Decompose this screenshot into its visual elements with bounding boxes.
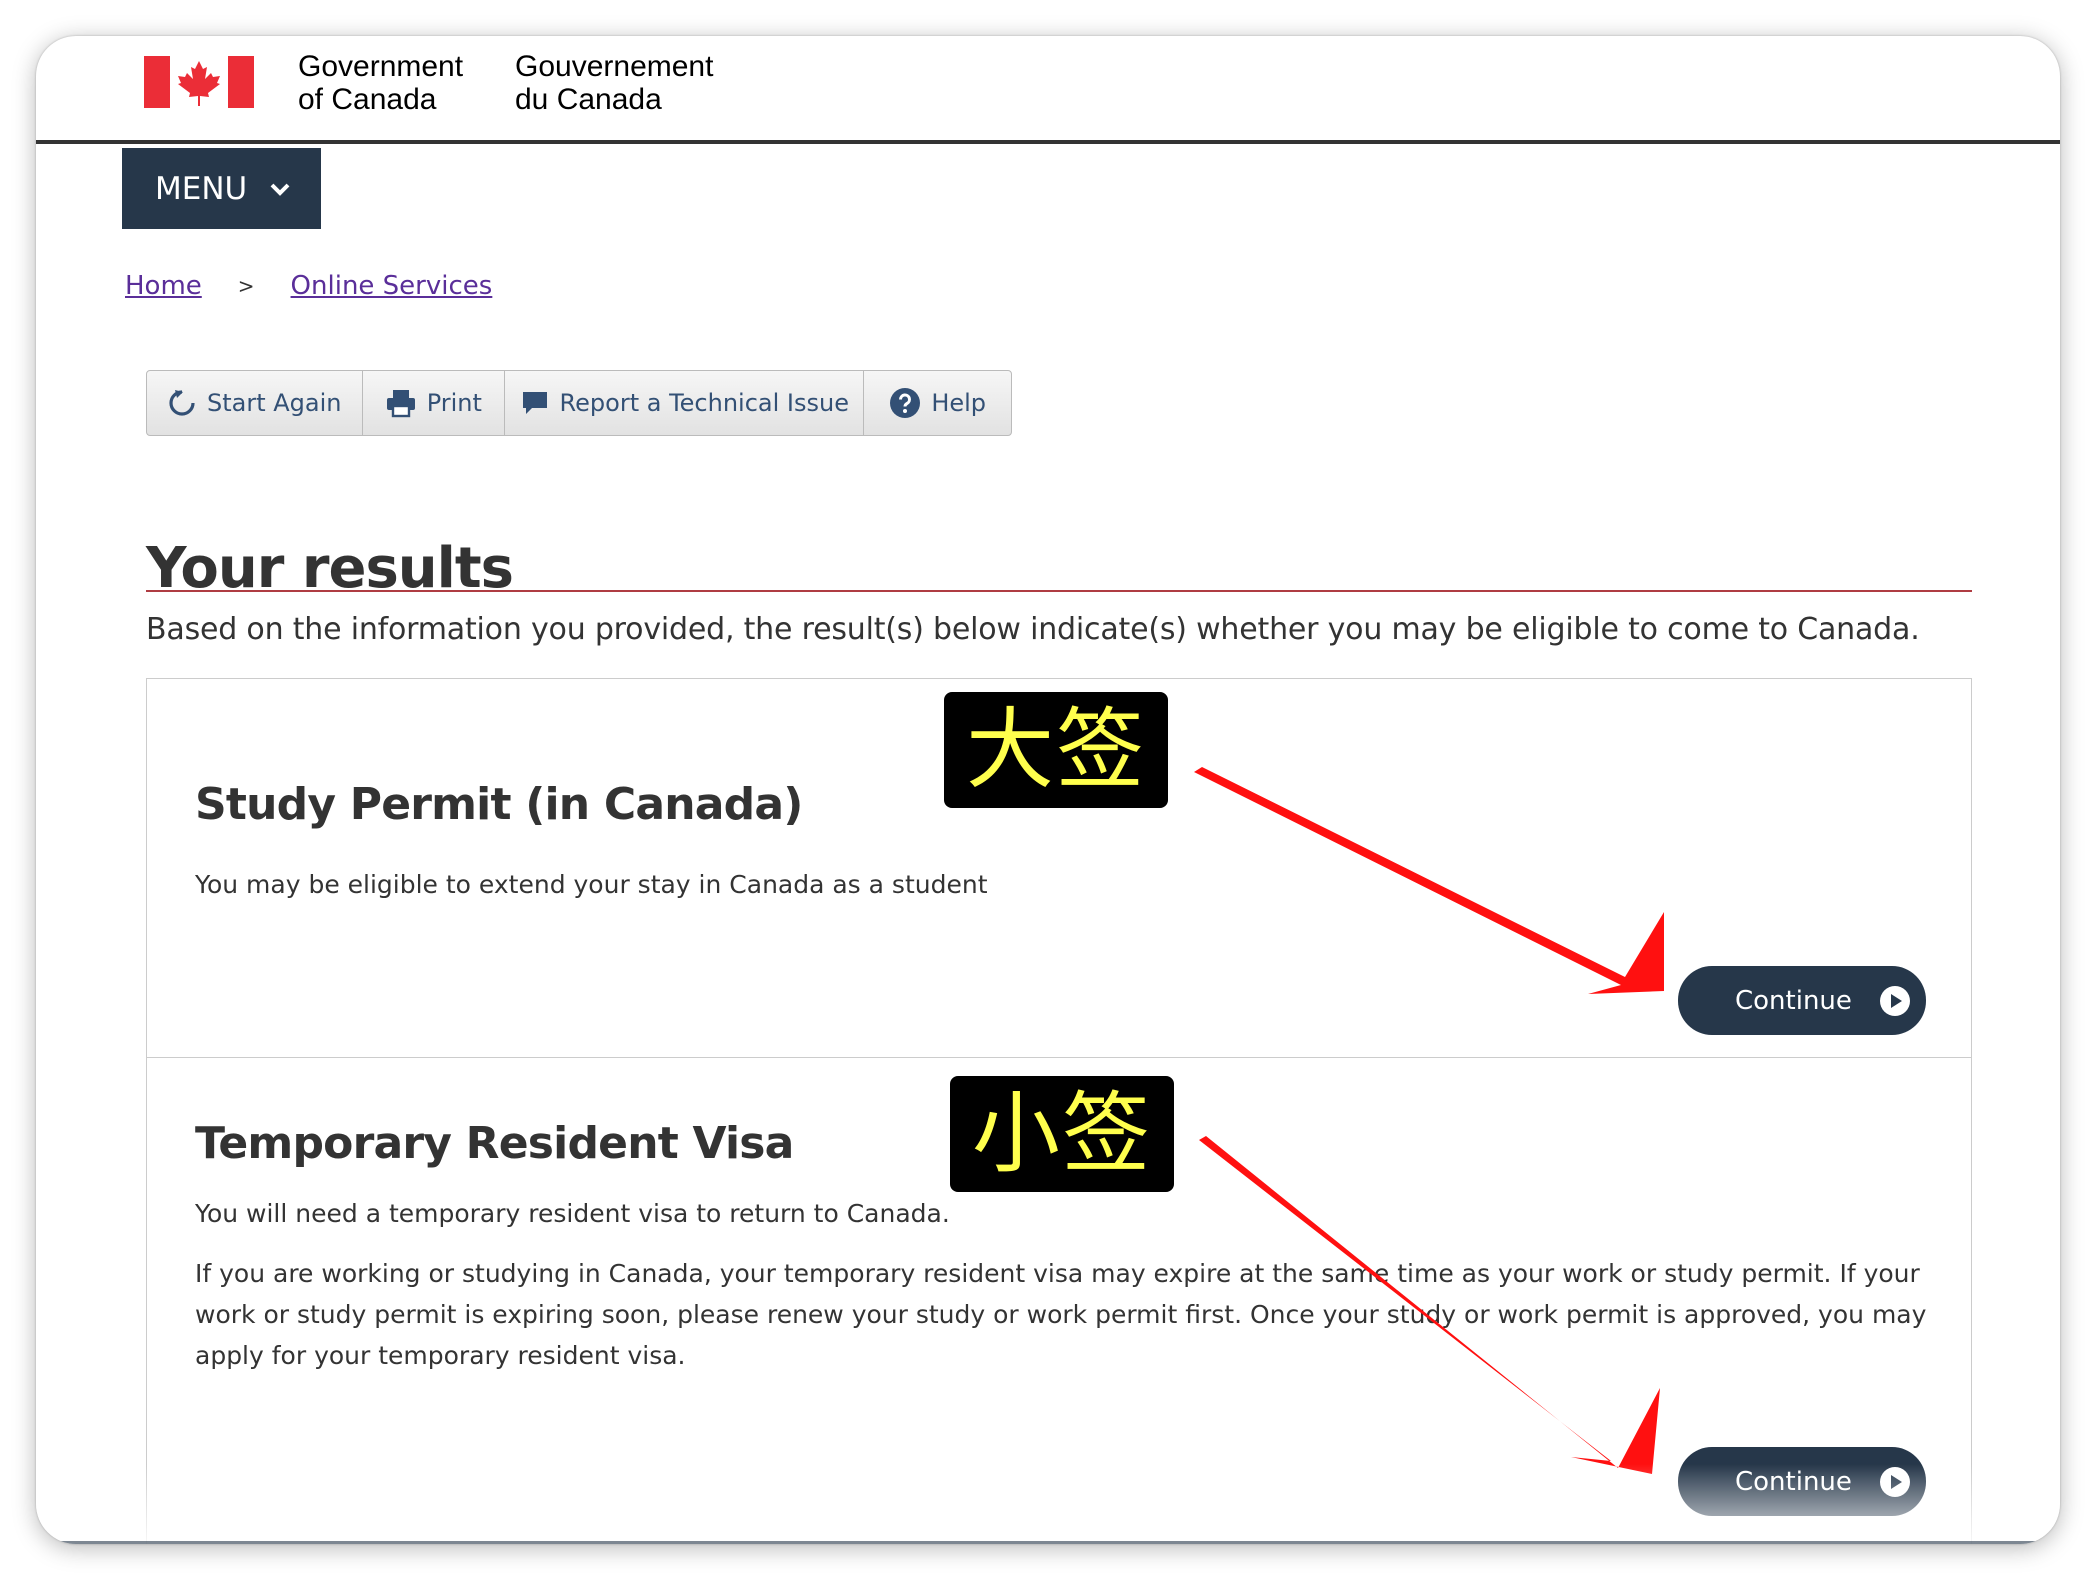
signature-en-line1: Government <box>298 50 464 83</box>
result-title: Temporary Resident Visa <box>195 1118 794 1169</box>
title-divider <box>146 590 1972 592</box>
study-permit-continue-button[interactable]: Continue <box>1678 966 1926 1035</box>
speech-bubble-icon <box>522 392 547 414</box>
temporary-resident-visa-continue-button[interactable]: Continue <box>1678 1447 1926 1516</box>
report-technical-issue-label: Report a Technical Issue <box>559 389 849 417</box>
start-again-button[interactable]: Start Again <box>147 371 363 435</box>
menu-button[interactable]: MENU <box>122 148 321 229</box>
breadcrumb-home-link[interactable]: Home <box>125 271 202 301</box>
annotation-label-small-visa: 小签 <box>950 1076 1174 1192</box>
result-title: Study Permit (in Canada) <box>195 779 803 830</box>
signature-english: Government of Canada <box>298 50 463 116</box>
report-technical-issue-button[interactable]: Report a Technical Issue <box>505 371 865 435</box>
result-description: You may be eligible to extend your stay … <box>195 870 988 899</box>
start-again-label: Start Again <box>207 389 342 417</box>
refresh-icon <box>169 390 195 416</box>
result-detail: If you are working or studying in Canada… <box>195 1259 1927 1370</box>
continue-label: Continue <box>1735 1466 1852 1497</box>
breadcrumb-online-services-link[interactable]: Online Services <box>291 271 493 301</box>
signature-french: Gouvernement du Canada <box>515 50 713 116</box>
government-header: Government of Canada Gouvernement du Can… <box>36 36 2060 144</box>
result-description: You will need a temporary resident visa … <box>195 1199 950 1228</box>
chevron-down-icon <box>270 183 290 196</box>
signature-fr-line1: Gouvernement <box>515 50 714 83</box>
signature-fr-line2: du Canada <box>515 83 662 116</box>
browser-window: Government of Canada Gouvernement du Can… <box>36 36 2060 1544</box>
question-circle-icon <box>890 388 921 418</box>
play-circle-icon <box>1879 1466 1910 1497</box>
bottom-border <box>56 1541 2040 1544</box>
help-label: Help <box>931 389 987 417</box>
print-button[interactable]: Print <box>363 371 506 435</box>
printer-icon <box>386 390 415 418</box>
play-circle-icon <box>1879 985 1910 1016</box>
help-button[interactable]: Help <box>864 371 1011 435</box>
print-label: Print <box>426 389 482 417</box>
canada-flag-logo[interactable] <box>144 56 254 108</box>
annotation-label-big-visa: 大签 <box>944 692 1168 808</box>
menu-label: MENU <box>155 170 248 207</box>
breadcrumb: Home > Online Services <box>125 266 492 306</box>
continue-label: Continue <box>1735 985 1852 1016</box>
page-toolbar: Start Again Print Report a Technical Iss… <box>146 370 1012 436</box>
intro-text: Based on the information you provided, t… <box>146 612 1920 647</box>
signature-en-line2: of Canada <box>298 83 437 116</box>
breadcrumb-separator: > <box>237 274 255 298</box>
